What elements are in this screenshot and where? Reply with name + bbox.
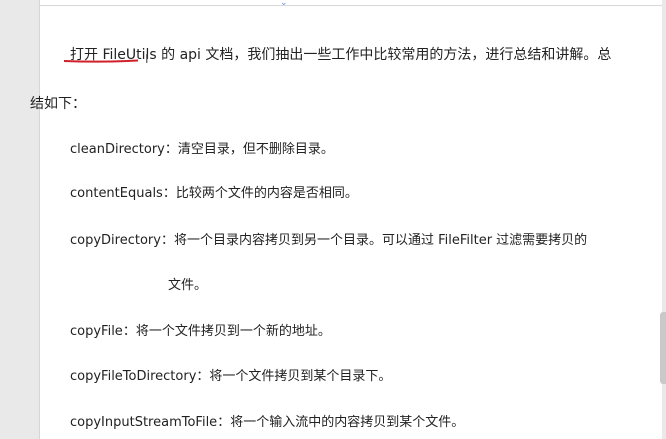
method-item-copy-file-to-directory: copyFileToDirectory：将一个文件拷贝到某个目录下。 xyxy=(70,365,391,384)
method-name: copyFile xyxy=(70,324,123,339)
intro-line-1: 打开 FileUtils 的 api 文档，我们抽出一些工作中比较常用的方法，进… xyxy=(70,47,612,63)
method-name: cleanDirectory xyxy=(70,142,165,157)
text-cursor-icon: I xyxy=(145,52,149,66)
red-underline-annotation xyxy=(64,59,138,63)
method-item-copy-input-stream-to-file: copyInputStreamToFile：将一个输入流中的内容拷贝到某个文件。 xyxy=(70,411,464,430)
anchor-mark-icon: ⌄ xyxy=(280,0,288,8)
method-desc: ：将一个目录内容拷贝到另一个目录。可以通过 FileFilter 过滤需要拷贝的 xyxy=(160,233,588,248)
method-item-copy-file: copyFile：将一个文件拷贝到一个新的地址。 xyxy=(70,320,331,339)
method-desc: ：将一个文件拷贝到一个新的地址。 xyxy=(122,324,331,339)
method-desc: ：清空目录，但不删除目录。 xyxy=(164,142,334,157)
document-page: ⌄ 打开 FileUtils 的 api 文档，我们抽出一些工作中比较常用的方法… xyxy=(30,0,662,439)
method-item-clean-directory: cleanDirectory：清空目录，但不删除目录。 xyxy=(70,138,334,157)
header-rule xyxy=(40,5,662,6)
method-name: contentEquals xyxy=(70,186,163,201)
intro-line-2: 结如下： xyxy=(30,96,86,112)
method-name: copyDirectory xyxy=(70,233,161,248)
method-desc: ：将一个文件拷贝到某个目录下。 xyxy=(196,369,392,384)
method-item-copy-directory: copyDirectory：将一个目录内容拷贝到另一个目录。可以通过 FileF… xyxy=(70,229,587,248)
method-desc: ：比较两个文件的内容是否相同。 xyxy=(162,186,358,201)
method-desc: ：将一个输入流中的内容拷贝到某个文件。 xyxy=(217,415,465,430)
side-scroll-tab[interactable] xyxy=(660,312,666,384)
method-item-content-equals: contentEquals：比较两个文件的内容是否相同。 xyxy=(70,182,358,201)
method-name: copyFileToDirectory xyxy=(70,369,197,384)
method-name: copyInputStreamToFile xyxy=(70,415,218,430)
method-desc-continued: 文件。 xyxy=(168,278,208,293)
